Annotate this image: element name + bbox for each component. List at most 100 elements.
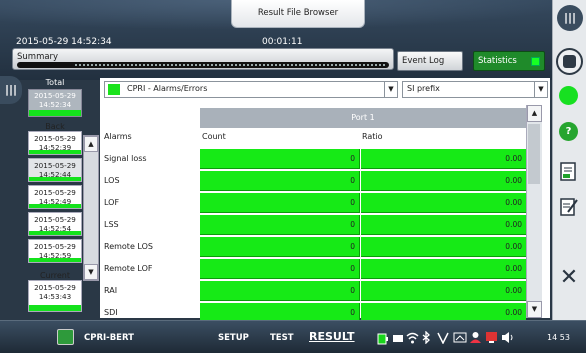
wifi-icon xyxy=(406,332,419,344)
statistics-button[interactable]: Statistics xyxy=(473,51,545,71)
row-label: LOF xyxy=(104,198,120,207)
slot-date: 2015-05-29 xyxy=(34,161,76,170)
battery-icon xyxy=(377,333,388,345)
scroll-up-icon[interactable]: ▲ xyxy=(84,136,98,152)
time-slot[interactable]: 2015-05-29 14:52:54 xyxy=(28,212,82,236)
ratio-cell: 0.00 xyxy=(361,259,526,279)
network-icon xyxy=(393,335,403,342)
current-label: Current xyxy=(39,271,71,280)
current-date: 2015-05-29 xyxy=(34,283,76,292)
help-icon[interactable]: ? xyxy=(559,122,578,141)
ratio-cell: 0.00 xyxy=(361,193,526,213)
slot-status-bar xyxy=(29,204,81,208)
ratio-cell: 0.00 xyxy=(361,215,526,235)
col-count: Count xyxy=(202,132,226,141)
slot-status-bar xyxy=(29,258,81,262)
slot-status-bar xyxy=(29,231,81,235)
count-cell: 0 xyxy=(200,149,360,169)
time-panel: Total 2015-05-29 14:52:34 Back 2015-05-2… xyxy=(27,78,100,320)
count-cell: 0 xyxy=(200,259,360,279)
signal-icon xyxy=(437,332,449,344)
chevron-down-icon[interactable]: ▼ xyxy=(384,82,397,97)
chevron-down-icon[interactable]: ▼ xyxy=(534,82,547,97)
row-label: Remote LOS xyxy=(104,242,153,251)
record-stop-icon[interactable] xyxy=(556,48,583,75)
scroll-thumb[interactable] xyxy=(528,124,540,184)
header: Result File Browser 2015-05-29 14:52:34 … xyxy=(0,0,586,80)
slot-date: 2015-05-29 xyxy=(34,134,76,143)
current-status-bar xyxy=(29,305,81,311)
status-indicator-icon xyxy=(559,86,578,105)
app-icon[interactable] xyxy=(57,329,74,345)
event-log-button[interactable]: Event Log xyxy=(397,51,463,71)
nav-setup[interactable]: SETUP xyxy=(218,333,249,343)
grid-scrollbar[interactable]: ▲ ▼ xyxy=(526,105,542,318)
time-panel-scrollbar[interactable]: ▲ ▼ xyxy=(83,135,99,281)
total-status-bar xyxy=(29,110,81,116)
port-header: Port 1 xyxy=(200,108,526,128)
results-panel: CPRI - Alarms/Errors ▼ SI prefix ▼ Port … xyxy=(100,78,550,323)
alarm-icon xyxy=(486,332,497,343)
current-time: 14:53:43 xyxy=(38,292,72,301)
time-slot[interactable]: 2015-05-29 14:52:59 xyxy=(28,239,82,263)
current-slot[interactable]: 2015-05-29 14:53:43 xyxy=(28,280,82,312)
nav-result[interactable]: RESULT xyxy=(309,330,355,343)
slot-date: 2015-05-29 xyxy=(34,188,76,197)
scroll-up-icon[interactable]: ▲ xyxy=(527,105,542,122)
group-dropdown-value: CPRI - Alarms/Errors xyxy=(127,84,208,93)
prefix-dropdown[interactable]: SI prefix ▼ xyxy=(402,81,548,98)
usb-icon xyxy=(453,332,467,343)
ratio-cell: 0.00 xyxy=(361,237,526,257)
col-ratio: Ratio xyxy=(362,132,383,141)
row-label: RAI xyxy=(104,286,118,295)
count-cell: 0 xyxy=(200,171,360,191)
slot-date: 2015-05-29 xyxy=(34,215,76,224)
result-group-dropdown[interactable]: CPRI - Alarms/Errors ▼ xyxy=(104,81,398,98)
count-cell: 0 xyxy=(200,193,360,213)
volume-icon xyxy=(502,332,513,343)
time-slot[interactable]: 2015-05-29 14:52:39 xyxy=(28,131,82,155)
report-icon[interactable] xyxy=(558,161,579,183)
statistics-indicator xyxy=(531,57,540,66)
total-label: Total xyxy=(45,78,65,87)
ratio-cell: 0.00 xyxy=(361,149,526,169)
slot-status-bar xyxy=(29,177,81,181)
clock: 14 53 xyxy=(547,333,570,342)
close-icon[interactable]: ✕ xyxy=(557,266,581,290)
count-cell: 0 xyxy=(200,215,360,235)
elapsed-time: 00:01:11 xyxy=(262,37,303,47)
total-value: 2015-05-29 14:52:34 xyxy=(34,91,76,109)
ratio-cell: 0.00 xyxy=(361,281,526,301)
row-label: LSS xyxy=(104,220,119,229)
row-label: Signal loss xyxy=(104,154,147,163)
row-label: LOS xyxy=(104,176,120,185)
time-slot[interactable]: 2015-05-29 14:52:49 xyxy=(28,185,82,209)
summary-track xyxy=(17,62,389,68)
slot-status-bar xyxy=(29,150,81,154)
grip-handle-icon[interactable]: ||| xyxy=(0,76,22,104)
app-name: CPRI-BERT xyxy=(84,333,134,343)
results-grid: Port 1 Alarms Count Ratio Signal loss 0 … xyxy=(100,105,526,323)
count-cell: 0 xyxy=(200,237,360,257)
edit-report-icon[interactable] xyxy=(558,196,579,218)
row-label: Remote LOF xyxy=(104,264,153,273)
scroll-down-icon[interactable]: ▼ xyxy=(527,301,542,318)
group-color-swatch xyxy=(108,84,120,95)
bluetooth-icon xyxy=(422,331,430,344)
total-slot[interactable]: 2015-05-29 14:52:34 xyxy=(28,89,82,117)
slot-date: 2015-05-29 xyxy=(34,242,76,251)
scroll-down-icon[interactable]: ▼ xyxy=(84,264,98,280)
grip-handle-icon[interactable]: ||| xyxy=(557,5,583,31)
time-slot[interactable]: 2015-05-29 14:52:44 xyxy=(28,158,82,182)
count-cell: 0 xyxy=(200,281,360,301)
ratio-cell: 0.00 xyxy=(361,171,526,191)
summary-label: Summary xyxy=(17,52,59,62)
user-icon xyxy=(470,332,481,343)
summary-bar[interactable]: Summary xyxy=(12,48,394,70)
header-timestamp: 2015-05-29 14:52:34 xyxy=(16,37,112,47)
result-file-browser-tab[interactable]: Result File Browser xyxy=(231,0,365,28)
prefix-dropdown-value: SI prefix xyxy=(407,84,440,93)
nav-test[interactable]: TEST xyxy=(270,333,294,343)
col-alarms: Alarms xyxy=(104,132,132,141)
statistics-label: Statistics xyxy=(478,56,517,66)
